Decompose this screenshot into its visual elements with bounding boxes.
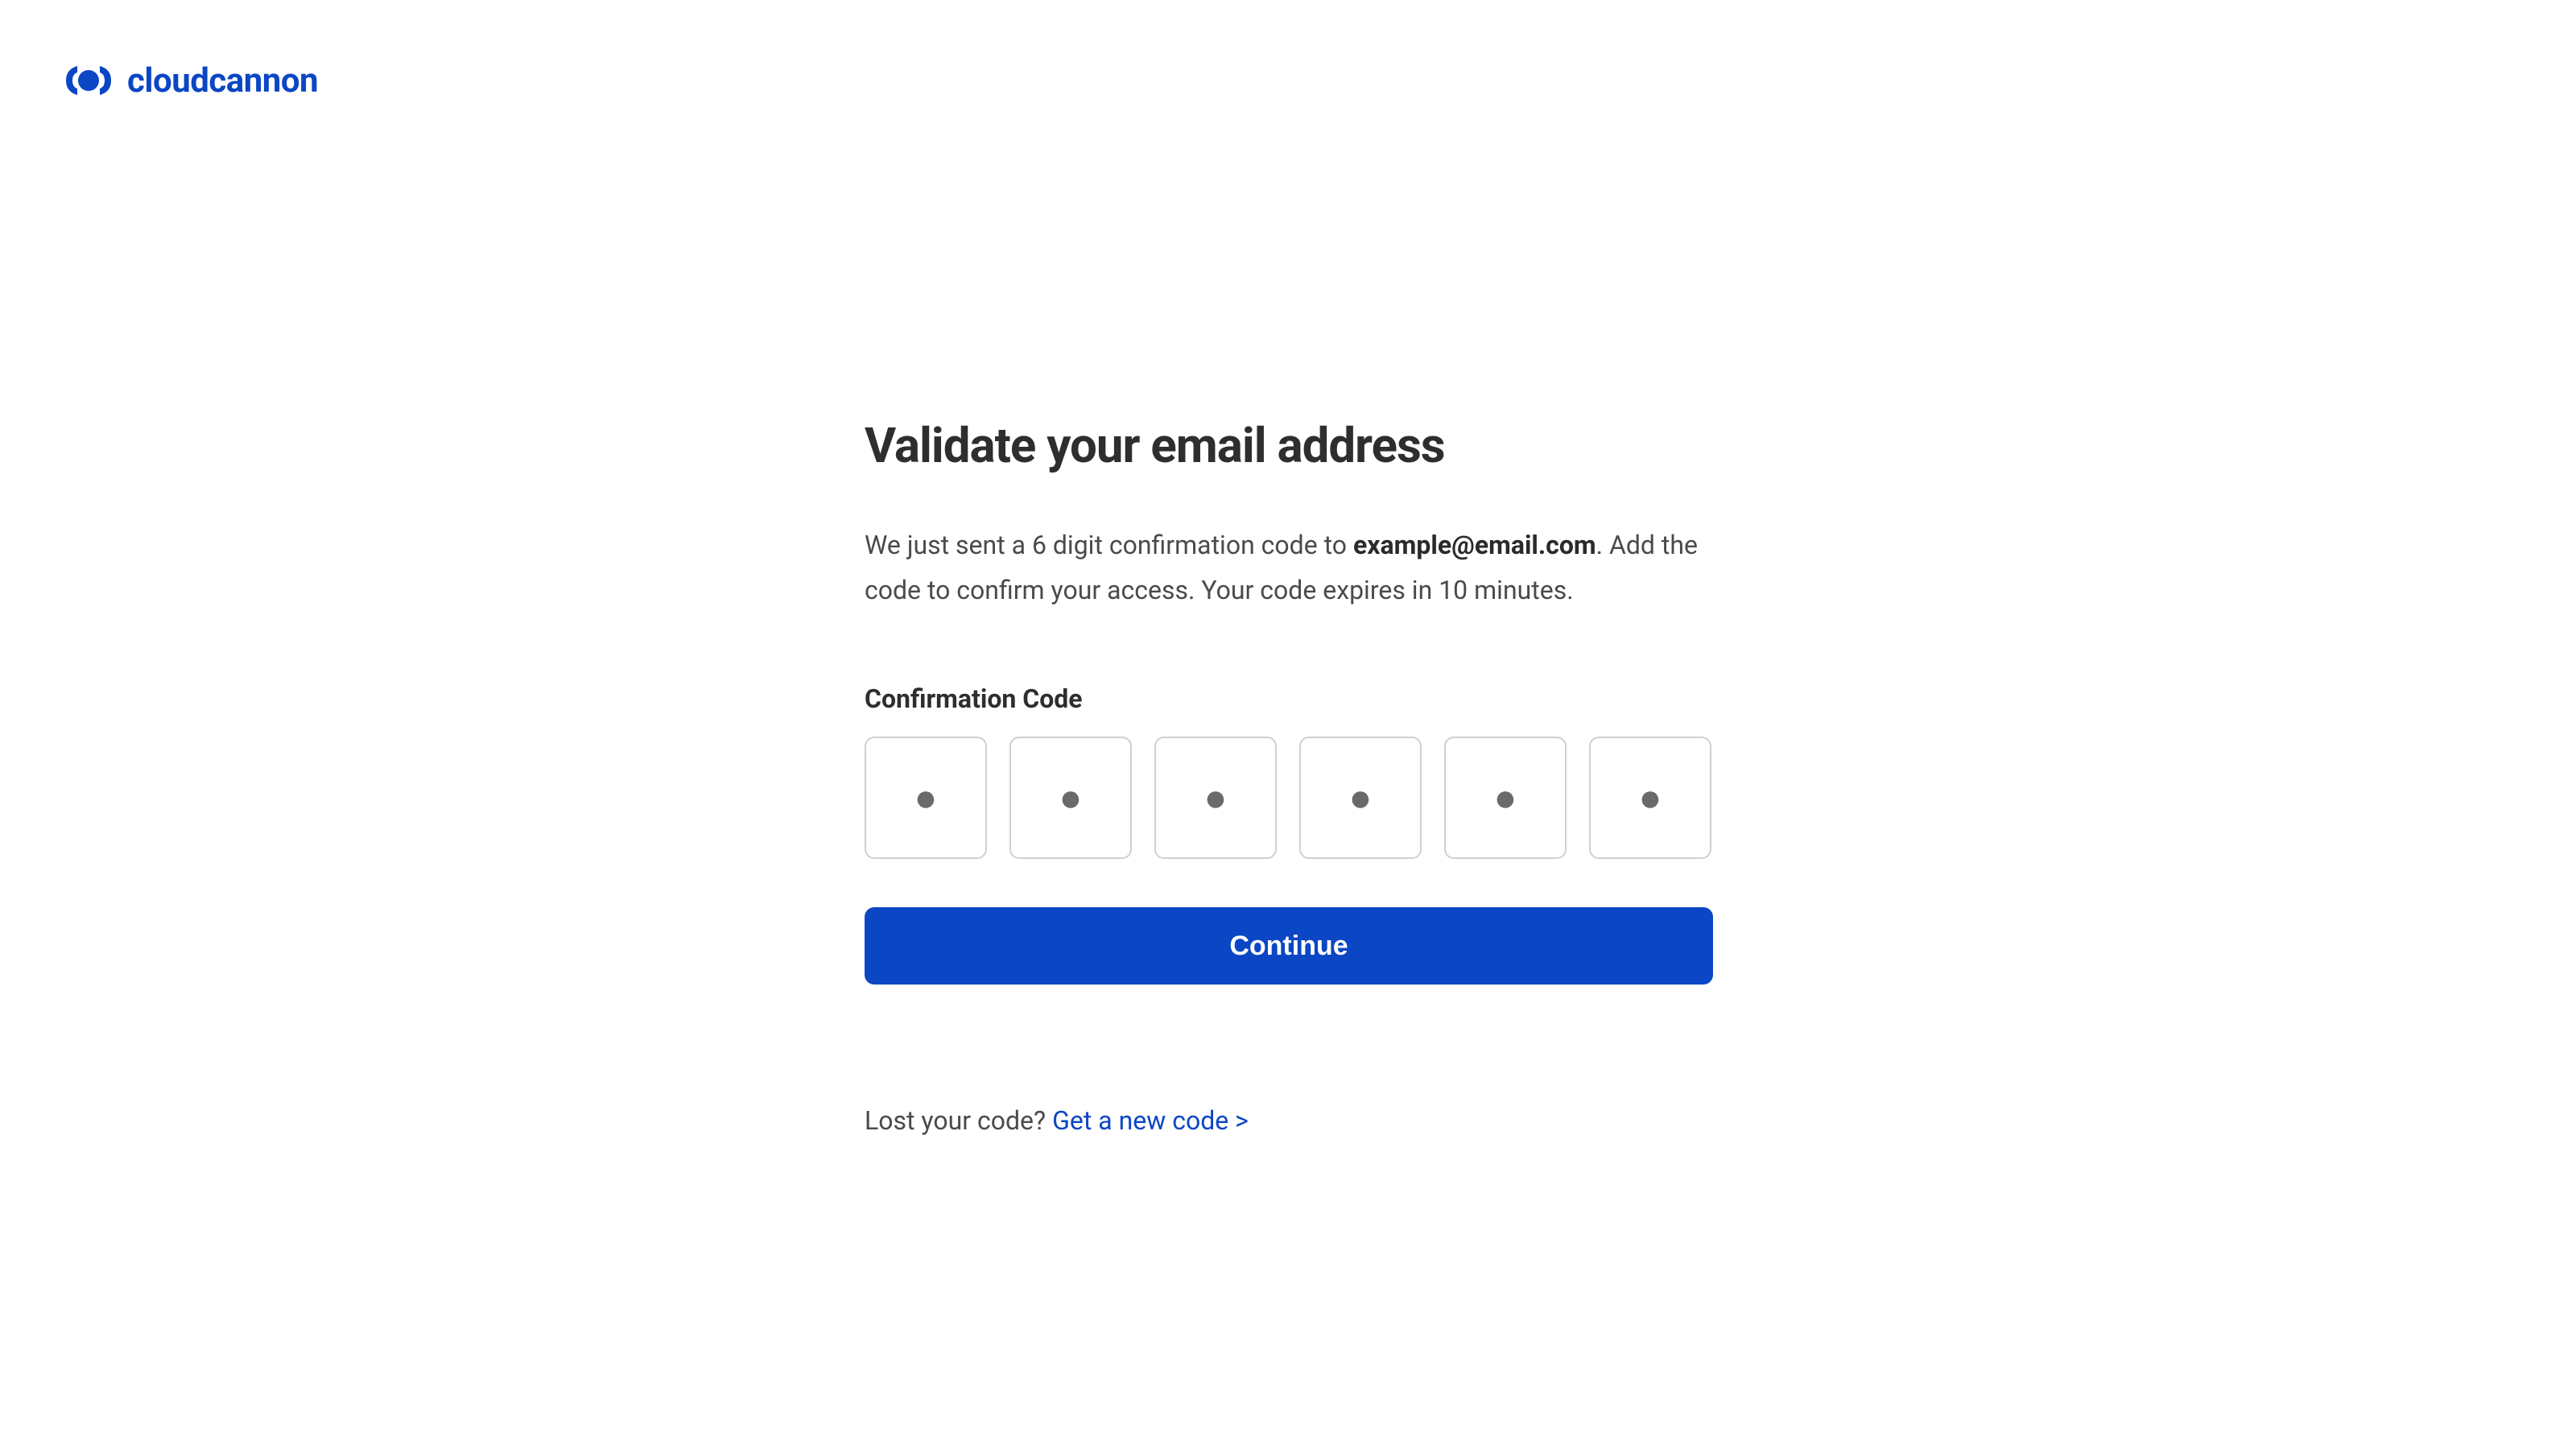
code-input-3[interactable]: [1154, 737, 1277, 859]
get-new-code-link[interactable]: Get a new code >: [1052, 1105, 1249, 1136]
code-input-5[interactable]: [1444, 737, 1567, 859]
page-title: Validate your email address: [865, 417, 1713, 474]
logo: cloudcannon: [61, 58, 318, 103]
footer-text: Lost your code? Get a new code >: [865, 1105, 1713, 1136]
code-input-2[interactable]: [1009, 737, 1132, 859]
lost-code-text: Lost your code?: [865, 1105, 1052, 1136]
code-input-6[interactable]: [1589, 737, 1711, 859]
code-input-4[interactable]: [1299, 737, 1422, 859]
email-address: example@email.com: [1353, 530, 1596, 560]
code-input-group: [865, 737, 1713, 859]
description-prefix: We just sent a 6 digit confirmation code…: [865, 530, 1353, 560]
cloudcannon-logo-icon: [61, 58, 116, 103]
continue-button[interactable]: Continue: [865, 907, 1713, 985]
logo-text: cloudcannon: [127, 61, 318, 101]
main-content: Validate your email address We just sent…: [865, 417, 1713, 1136]
code-input-1[interactable]: [865, 737, 987, 859]
description-text: We just sent a 6 digit confirmation code…: [865, 522, 1713, 613]
confirmation-code-label: Confirmation Code: [865, 683, 1713, 714]
